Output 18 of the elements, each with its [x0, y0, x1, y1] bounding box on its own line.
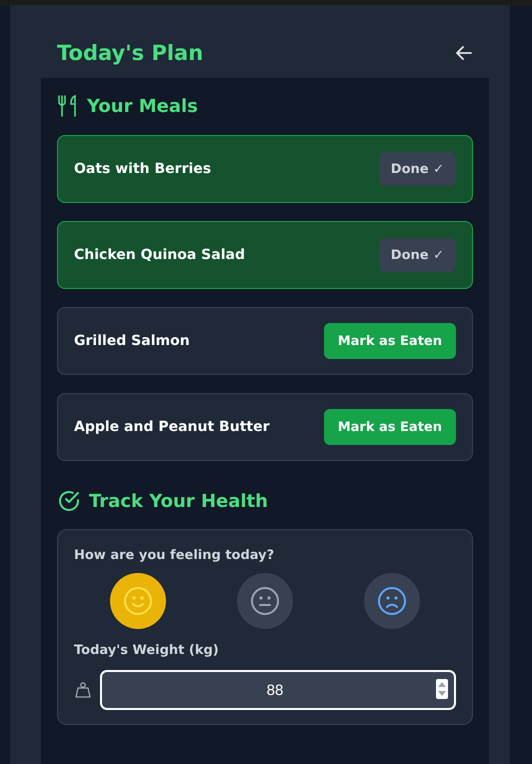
done-button[interactable]: Done ✓ — [378, 238, 456, 272]
feeling-label: How are you feeling today? — [74, 548, 276, 563]
smiley-face-icon — [122, 586, 153, 616]
weight-input[interactable]: 88 — [100, 670, 456, 710]
meal-name: Oats with Berries — [74, 161, 212, 177]
done-button[interactable]: Done ✓ — [378, 152, 456, 186]
weight-icon — [74, 681, 92, 699]
check-circle-icon — [57, 489, 81, 513]
meal-name: Grilled Salmon — [74, 333, 190, 349]
weight-label: Today's Weight (kg) — [74, 643, 220, 658]
fork-knife-icon — [57, 94, 79, 118]
neutral-face-icon — [250, 586, 280, 616]
page-title: Today's Plan — [57, 40, 204, 64]
sad-face-icon — [377, 586, 408, 616]
meal-name: Apple and Peanut Butter — [74, 419, 270, 435]
section-title: Your Meals — [87, 96, 198, 116]
section-title: Track Your Health — [89, 490, 268, 512]
meal-name: Chicken Quinoa Salad — [74, 247, 245, 263]
